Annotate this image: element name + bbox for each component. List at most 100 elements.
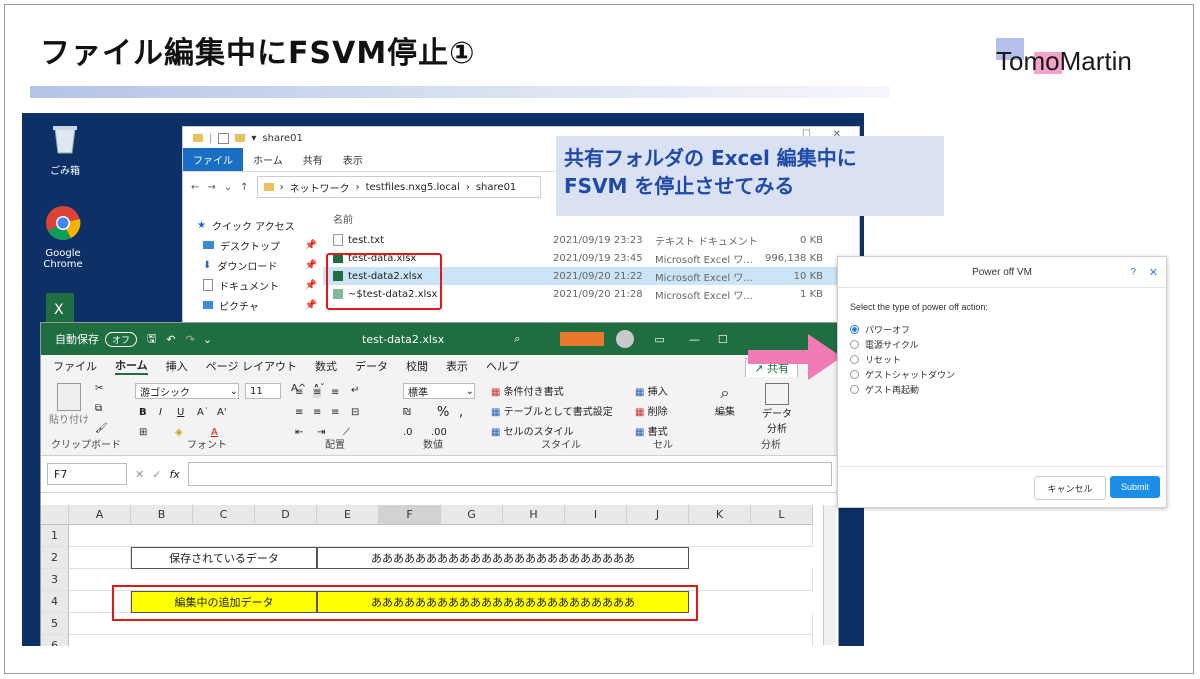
cut-icon[interactable]: ✂ [95, 383, 103, 394]
radio-option-reset[interactable]: リセット [850, 352, 1166, 367]
radio-icon[interactable] [850, 355, 859, 364]
cell-saved-data-label[interactable]: 保存されているデータ [131, 547, 317, 569]
fill-color-icon[interactable]: ◈ [175, 427, 183, 438]
maximize-icon[interactable]: ☐ [718, 333, 728, 346]
column-header[interactable]: I [565, 505, 627, 525]
currency-icon[interactable]: ₪ [403, 407, 411, 418]
increase-decimal-icon[interactable]: .0 [403, 427, 413, 438]
ribbon-tab-home[interactable]: ホーム [243, 148, 293, 171]
formula-input[interactable] [187, 462, 832, 486]
close-icon[interactable]: ✕ [1149, 266, 1158, 279]
pin-icon[interactable]: 📌 [305, 280, 317, 291]
excel-tab-home[interactable]: ホーム [115, 357, 148, 375]
enter-formula-icon[interactable]: ✓ [152, 468, 161, 481]
row-header[interactable]: 1 [41, 525, 69, 547]
wrap-text-icon[interactable]: ↵ [351, 385, 359, 396]
align-center-icon[interactable]: ≡ [313, 407, 321, 418]
column-header[interactable]: K [689, 505, 751, 525]
insert-cells-button[interactable]: ▦ 挿入 [635, 383, 668, 398]
copy-icon[interactable]: ⧉ [95, 403, 102, 414]
cancel-button[interactable]: キャンセル [1034, 476, 1106, 500]
align-bottom-icon[interactable]: ≡ [331, 387, 339, 398]
column-header[interactable]: A [69, 505, 131, 525]
superscript-icon[interactable]: A' [217, 407, 227, 418]
vertical-scrollbar[interactable] [823, 505, 836, 645]
column-header[interactable]: D [255, 505, 317, 525]
column-header[interactable]: B [131, 505, 193, 525]
italic-icon[interactable]: I [159, 407, 162, 418]
align-top-icon[interactable]: ≡ [295, 387, 303, 398]
column-header[interactable]: L [751, 505, 813, 525]
number-format-select[interactable]: 標準 ⌄ [403, 383, 475, 399]
bold-icon[interactable]: B [139, 407, 147, 418]
comma-icon[interactable]: , [459, 405, 463, 420]
grid-cell[interactable] [69, 635, 813, 646]
customize-toolbar-icon[interactable]: ⌄ [203, 333, 212, 346]
align-left-icon[interactable]: ≡ [295, 407, 303, 418]
save-icon[interactable]: 🖫 [147, 330, 156, 349]
format-painter-icon[interactable]: 🖌 [95, 423, 108, 434]
nav-item-documents[interactable]: ドキュメント 📌 [197, 275, 317, 295]
address-bar[interactable]: › ネットワーク › testfiles.nxg5.local › share0… [256, 176, 541, 198]
cancel-formula-icon[interactable]: ✕ [135, 468, 144, 481]
grid-cell[interactable] [69, 547, 131, 569]
excel-tab-view[interactable]: 表示 [446, 358, 468, 374]
align-middle-icon[interactable]: ≡ [313, 387, 322, 398]
forward-arrow-icon[interactable]: → [207, 182, 215, 193]
name-box[interactable]: F7 [47, 463, 127, 485]
autosave-toggle[interactable]: オフ [105, 331, 138, 347]
border-icon[interactable]: ⊞ [139, 427, 147, 438]
column-header[interactable]: H [503, 505, 565, 525]
search-icon[interactable]: ⌕ [514, 332, 520, 346]
nav-item-quick-access[interactable]: ★ クイック アクセス [197, 215, 317, 235]
row-header[interactable]: 4 [41, 591, 69, 613]
font-size-select[interactable]: 11 [245, 383, 281, 399]
pin-icon[interactable]: 📌 [305, 260, 317, 271]
undo-icon[interactable]: ↶ [166, 333, 175, 346]
column-header[interactable]: G [441, 505, 503, 525]
radio-option-guest-reboot[interactable]: ゲスト再起動 [850, 382, 1166, 397]
radio-option-guest-shutdown[interactable]: ゲストシャットダウン [850, 367, 1166, 382]
grid-cell[interactable] [69, 525, 813, 547]
pin-icon[interactable]: 📌 [305, 300, 317, 311]
nav-item-downloads[interactable]: ⬇ ダウンロード 📌 [197, 255, 317, 275]
redo-icon[interactable]: ↷ [186, 333, 195, 346]
row-header[interactable]: 3 [41, 569, 69, 591]
cell-saved-data-value[interactable]: ああああああああああああああああああああああああ [317, 547, 689, 569]
path-segment[interactable]: share01 [476, 182, 516, 193]
row-header[interactable]: 2 [41, 547, 69, 569]
excel-tab-formulas[interactable]: 数式 [315, 358, 337, 374]
radio-icon[interactable] [850, 385, 859, 394]
align-right-icon[interactable]: ≡ [331, 407, 339, 418]
excel-tab-help[interactable]: ヘルプ [486, 358, 519, 374]
minimize-icon[interactable]: — [689, 333, 700, 346]
back-arrow-icon[interactable]: ← [191, 182, 199, 193]
file-row[interactable]: test.txt 2021/09/19 23:23 テキスト ドキュメント 0 … [323, 231, 859, 249]
font-name-select[interactable]: 游ゴシック ⌄ [135, 383, 239, 399]
pin-icon[interactable]: 📌 [305, 240, 317, 251]
format-as-table-button[interactable]: ▦ テーブルとして書式設定 [491, 403, 613, 418]
excel-tab-page-layout[interactable]: ページ レイアウト [206, 358, 297, 374]
desktop-icon-chrome[interactable]: Google Chrome [28, 205, 98, 270]
radio-selected-icon[interactable] [850, 325, 859, 334]
desktop-icon-recycle-bin[interactable]: ごみ箱 [30, 121, 100, 177]
percent-icon[interactable]: % [437, 405, 449, 420]
excel-tab-insert[interactable]: 挿入 [166, 358, 188, 374]
decrease-indent-icon[interactable]: ⇤ [295, 427, 303, 438]
path-segment[interactable]: testfiles.nxg5.local [366, 182, 460, 193]
up-arrow-icon[interactable]: ↑ [240, 182, 248, 193]
excel-tab-review[interactable]: 校閲 [406, 358, 428, 374]
delete-cells-button[interactable]: ▦ 削除 [635, 403, 668, 418]
column-header-selected[interactable]: F [379, 505, 441, 525]
ribbon-tab-file[interactable]: ファイル [183, 148, 243, 171]
ribbon-display-icon[interactable]: ▭ [654, 333, 664, 346]
select-all-corner[interactable] [41, 505, 69, 525]
new-folder-icon[interactable] [235, 134, 246, 142]
avatar[interactable] [616, 330, 635, 348]
recent-dropdown-icon[interactable]: ⌄ [224, 182, 232, 193]
underline-icon[interactable]: U [177, 407, 184, 418]
radio-icon[interactable] [850, 370, 859, 379]
editing-button[interactable]: ⌕ 編集 [707, 383, 743, 418]
ribbon-tab-view[interactable]: 表示 [333, 148, 373, 171]
help-icon[interactable]: ? [1130, 267, 1136, 278]
